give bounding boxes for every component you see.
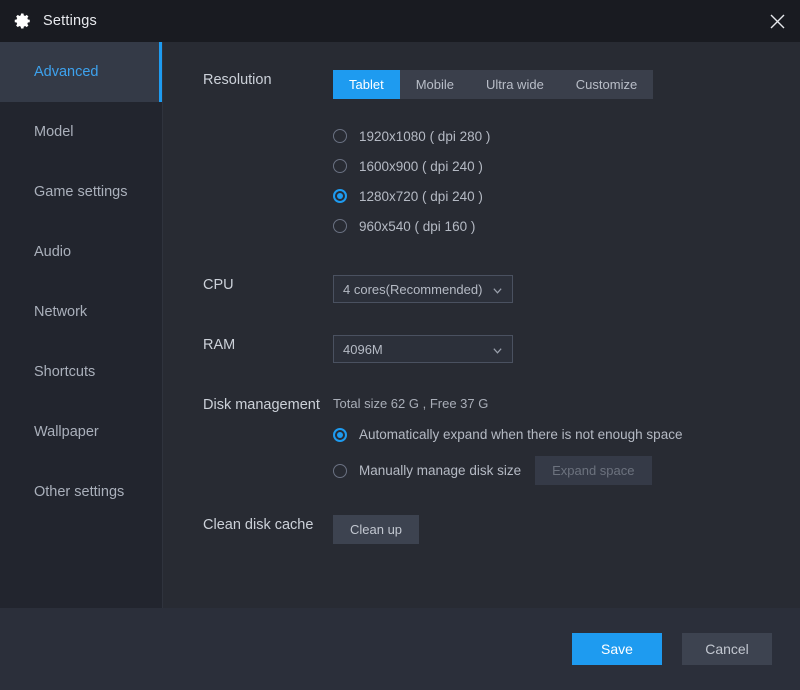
sidebar-item-label: Network [34, 304, 88, 320]
disk-management-field: Total size 62 G , Free 37 G Automaticall… [333, 395, 800, 485]
sidebar-item-shortcuts[interactable]: Shortcuts [0, 342, 162, 402]
save-button[interactable]: Save [572, 633, 662, 665]
radio-icon-selected[interactable] [333, 427, 347, 442]
radio-icon[interactable] [333, 159, 347, 173]
resolution-option-label: 1600x900 ( dpi 240 ) [359, 158, 483, 174]
sidebar-item-other-settings[interactable]: Other settings [0, 462, 162, 522]
gear-icon [14, 12, 32, 30]
radio-icon[interactable] [333, 219, 347, 233]
resolution-option-label: 960x540 ( dpi 160 ) [359, 218, 476, 234]
window-body: Advanced Model Game settings Audio Netwo… [0, 42, 800, 608]
sidebar-item-label: Game settings [34, 184, 128, 200]
ram-row: RAM 4096M [163, 303, 800, 363]
cancel-button[interactable]: Cancel [682, 633, 772, 665]
sidebar: Advanced Model Game settings Audio Netwo… [0, 42, 162, 608]
cpu-row: CPU 4 cores(Recommended) [163, 241, 800, 303]
resolution-option-1280x720[interactable]: 1280x720 ( dpi 240 ) [333, 181, 800, 211]
disk-size-info: Total size 62 G , Free 37 G [333, 396, 489, 411]
tab-mobile[interactable]: Mobile [400, 70, 470, 99]
ram-field: 4096M [333, 335, 800, 363]
clean-disk-cache-row: Clean disk cache Clean up [163, 485, 800, 544]
ram-select[interactable]: 4096M [333, 335, 513, 363]
disk-option-label: Automatically expand when there is not e… [359, 427, 683, 442]
sidebar-item-label: Shortcuts [34, 364, 96, 380]
sidebar-item-game-settings[interactable]: Game settings [0, 162, 162, 222]
chevron-down-icon [492, 344, 503, 355]
resolution-option-1600x900[interactable]: 1600x900 ( dpi 240 ) [333, 151, 800, 181]
sidebar-item-label: Wallpaper [34, 424, 99, 440]
disk-option-auto-expand[interactable]: Automatically expand when there is not e… [333, 427, 800, 442]
disk-option-label: Manually manage disk size [359, 463, 522, 478]
expand-space-button: Expand space [535, 456, 652, 485]
cpu-field: 4 cores(Recommended) [333, 275, 800, 303]
tab-label: Customize [575, 77, 638, 92]
tab-customize[interactable]: Customize [560, 70, 653, 99]
cpu-label: CPU [203, 277, 234, 293]
resolution-option-label: 1920x1080 ( dpi 280 ) [359, 128, 491, 144]
sidebar-item-label: Audio [34, 244, 72, 260]
tab-tablet[interactable]: Tablet [333, 70, 400, 99]
resolution-row: Resolution Tablet Mobile Ultra wide Cust… [163, 42, 800, 99]
tab-label: Ultra wide [486, 77, 544, 92]
disk-management-label: Disk management [203, 397, 320, 413]
disk-option-manual[interactable]: Manually manage disk size Expand space [333, 456, 800, 485]
sidebar-item-network[interactable]: Network [0, 282, 162, 342]
radio-icon-selected[interactable] [333, 189, 347, 203]
sidebar-item-audio[interactable]: Audio [0, 222, 162, 282]
resolution-tab-group: Tablet Mobile Ultra wide Customize [333, 70, 654, 99]
cpu-select-value: 4 cores(Recommended) [343, 281, 483, 297]
tab-label: Mobile [415, 77, 454, 92]
sidebar-item-wallpaper[interactable]: Wallpaper [0, 402, 162, 462]
clean-disk-cache-label: Clean disk cache [203, 517, 314, 533]
resolution-option-960x540[interactable]: 960x540 ( dpi 160 ) [333, 211, 800, 241]
ram-label: RAM [203, 337, 236, 353]
resolution-options: 1920x1080 ( dpi 280 ) 1600x900 ( dpi 240… [163, 121, 800, 241]
sidebar-item-label: Other settings [34, 484, 125, 500]
footer-bar: Save Cancel [0, 608, 800, 690]
chevron-down-icon [492, 284, 503, 295]
resolution-option-label: 1280x720 ( dpi 240 ) [359, 188, 483, 204]
sidebar-item-advanced[interactable]: Advanced [0, 42, 162, 102]
resolution-label: Resolution [203, 72, 272, 88]
sidebar-item-model[interactable]: Model [0, 102, 162, 162]
close-icon[interactable] [754, 0, 800, 42]
title-bar: Settings [0, 0, 800, 42]
resolution-field: Tablet Mobile Ultra wide Customize [333, 70, 800, 99]
sidebar-item-label: Advanced [34, 64, 99, 80]
ram-select-value: 4096M [343, 341, 383, 357]
radio-icon[interactable] [333, 463, 347, 478]
radio-icon[interactable] [333, 129, 347, 143]
disk-management-row: Disk management Total size 62 G , Free 3… [163, 363, 800, 485]
settings-content: Resolution Tablet Mobile Ultra wide Cust… [162, 42, 800, 608]
cpu-select[interactable]: 4 cores(Recommended) [333, 275, 513, 303]
resolution-option-1920x1080[interactable]: 1920x1080 ( dpi 280 ) [333, 121, 800, 151]
sidebar-item-label: Model [34, 124, 74, 140]
settings-window: Settings Advanced Model Game settings Au… [0, 0, 800, 690]
tab-label: Tablet [349, 77, 384, 92]
clean-disk-cache-field: Clean up [333, 515, 800, 544]
clean-up-button[interactable]: Clean up [333, 515, 420, 544]
window-title: Settings [43, 13, 97, 29]
tab-ultra-wide[interactable]: Ultra wide [470, 70, 560, 99]
